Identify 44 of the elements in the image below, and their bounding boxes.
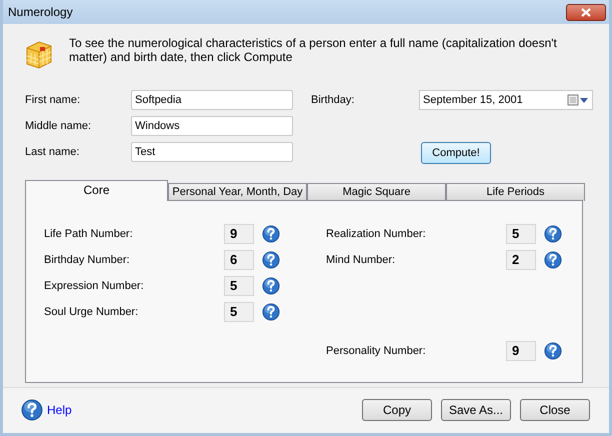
help-icon[interactable] [262, 303, 280, 321]
number-label: Personality Number: [326, 344, 427, 359]
tab[interactable]: Magic Square [307, 183, 446, 201]
help-icon[interactable] [262, 277, 280, 295]
close-button[interactable] [566, 4, 606, 20]
close-icon [581, 8, 591, 16]
number-value: 2 [506, 250, 536, 270]
tab[interactable]: Core [25, 180, 168, 201]
help-link[interactable]: Help [47, 401, 72, 420]
number-label: Mind Number: [326, 252, 396, 268]
help-icon[interactable] [544, 342, 562, 360]
date-field[interactable]: September 15, 2001 [419, 90, 593, 110]
name-field[interactable]: Softpedia [131, 90, 293, 110]
field-label: Middle name: [25, 118, 92, 134]
number-value: 9 [224, 224, 254, 244]
field-label: Last name: [25, 144, 80, 160]
number-label: Soul Urge Number: [44, 304, 140, 320]
tab[interactable]: Personal Year, Month, Day [168, 183, 307, 201]
calendar-dropdown-icon [567, 94, 589, 106]
number-value: 5 [224, 276, 254, 296]
intro-text: To see the numerological characteristics of a person enter a full name (capitalization doesn't matter) and birth date, then click Compute [69, 36, 558, 64]
number-label: Realization Number: [326, 226, 427, 242]
tab[interactable]: Life Periods [446, 183, 585, 201]
number-value: 5 [506, 224, 536, 244]
help-icon[interactable] [262, 225, 280, 243]
dialog-button[interactable]: Save As... [441, 399, 511, 422]
birthday-label: Birthday: [311, 92, 356, 108]
name-field[interactable]: Windows [131, 116, 293, 136]
number-value: 9 [506, 341, 536, 361]
help-icon[interactable] [262, 251, 280, 269]
number-label: Expression Number: [44, 278, 145, 294]
number-value: 6 [224, 250, 254, 270]
help-icon[interactable] [544, 251, 562, 269]
name-field[interactable]: Test [131, 142, 293, 162]
compute-button[interactable]: Compute! [421, 142, 491, 164]
number-value: 5 [224, 302, 254, 322]
help-icon[interactable] [544, 225, 562, 243]
dialog-button[interactable]: Copy [362, 399, 432, 422]
window-title: Numerology [8, 4, 73, 21]
number-label: Birthday Number: [44, 252, 131, 268]
dialog-button[interactable]: Close [520, 399, 590, 422]
field-label: First name: [25, 92, 82, 108]
help-icon[interactable] [21, 399, 43, 422]
number-label: Life Path Number: [44, 226, 134, 242]
